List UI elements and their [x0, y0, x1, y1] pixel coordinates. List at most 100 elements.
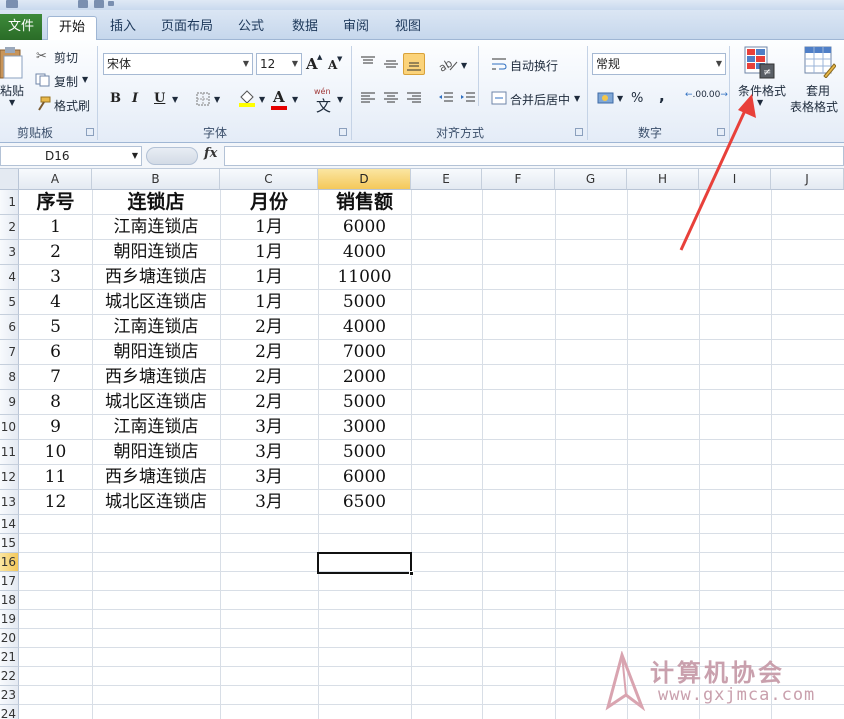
phonetic-guide-button[interactable]: 文	[316, 95, 331, 116]
table-cell[interactable]: 1月	[220, 215, 318, 240]
table-cell[interactable]: 2月	[220, 365, 318, 390]
name-box-dropdown-icon[interactable]: ▼	[132, 147, 138, 165]
row-header[interactable]: 10	[0, 415, 19, 440]
format-as-table-icon[interactable]	[804, 46, 836, 78]
table-cell[interactable]: 2月	[220, 390, 318, 415]
table-cell[interactable]: 11000	[318, 265, 411, 290]
merge-center-button[interactable]: 合并后居中	[510, 91, 570, 108]
orientation-dropdown-icon[interactable]: ▼	[461, 61, 467, 70]
table-cell[interactable]: 3月	[220, 465, 318, 490]
select-all-corner[interactable]	[0, 169, 19, 190]
redo-icon[interactable]	[94, 0, 104, 8]
row-header[interactable]: 22	[0, 667, 19, 686]
tab-home[interactable]: 开始	[47, 16, 97, 41]
decrease-decimal-button[interactable]: .00→	[706, 91, 728, 100]
align-top-icon[interactable]	[360, 56, 376, 68]
table-cell[interactable]: 3	[19, 265, 92, 290]
merge-center-icon[interactable]	[491, 91, 507, 105]
table-header-cell[interactable]: 月份	[220, 190, 318, 215]
table-cell[interactable]: 3月	[220, 440, 318, 465]
merge-dropdown-icon[interactable]: ▼	[574, 94, 580, 103]
row-header[interactable]: 15	[0, 534, 19, 553]
table-cell[interactable]: 9	[19, 415, 92, 440]
column-header-j[interactable]: J	[771, 169, 844, 190]
row-header[interactable]: 11	[0, 440, 19, 465]
borders-dropdown-icon[interactable]: ▼	[214, 95, 220, 104]
fill-color-icon[interactable]	[238, 89, 256, 107]
column-header-h[interactable]: H	[627, 169, 699, 190]
table-cell[interactable]: 4000	[318, 315, 411, 340]
table-cell[interactable]: 6000	[318, 215, 411, 240]
table-cell[interactable]: 2月	[220, 340, 318, 365]
format-as-table-line1[interactable]: 套用	[806, 82, 830, 99]
copy-dropdown-icon[interactable]: ▼	[82, 75, 88, 84]
insert-function-icon[interactable]: fx	[204, 146, 217, 161]
tab-view[interactable]: 视图	[386, 16, 430, 40]
row-header[interactable]: 3	[0, 240, 19, 265]
font-launcher-icon[interactable]	[339, 128, 347, 136]
copy-icon[interactable]	[35, 73, 51, 87]
format-painter-button[interactable]: 格式刷	[54, 97, 90, 114]
number-launcher-icon[interactable]	[717, 128, 725, 136]
font-color-dropdown-icon[interactable]: ▼	[292, 95, 298, 104]
conditional-formatting-button[interactable]: 条件格式	[738, 82, 786, 99]
column-header-d[interactable]: D	[318, 169, 411, 190]
table-cell[interactable]: 朝阳连锁店	[92, 340, 220, 365]
tab-file[interactable]: 文件	[0, 14, 42, 40]
row-header[interactable]: 13	[0, 490, 19, 515]
row-header[interactable]: 19	[0, 610, 19, 629]
table-cell[interactable]: 10	[19, 440, 92, 465]
table-cell[interactable]: 朝阳连锁店	[92, 440, 220, 465]
accounting-dropdown-icon[interactable]: ▼	[617, 94, 623, 103]
table-cell[interactable]: 1月	[220, 265, 318, 290]
column-header-f[interactable]: F	[482, 169, 555, 190]
table-cell[interactable]: 2000	[318, 365, 411, 390]
tab-data[interactable]: 数据	[282, 16, 328, 40]
formula-input[interactable]	[224, 146, 844, 166]
row-header[interactable]: 18	[0, 591, 19, 610]
align-center-icon[interactable]	[383, 92, 399, 104]
table-cell[interactable]: 6	[19, 340, 92, 365]
shrink-font-button[interactable]: A	[328, 58, 337, 72]
clipboard-launcher-icon[interactable]	[86, 128, 94, 136]
underline-button[interactable]: U	[154, 91, 165, 106]
table-cell[interactable]: 7000	[318, 340, 411, 365]
table-cell[interactable]: 5	[19, 315, 92, 340]
qat-dropdown-icon[interactable]	[108, 1, 114, 6]
table-cell[interactable]: 1月	[220, 290, 318, 315]
borders-icon[interactable]	[196, 92, 210, 106]
row-header[interactable]: 6	[0, 315, 19, 340]
table-cell[interactable]: 江南连锁店	[92, 315, 220, 340]
font-size-combo[interactable]: 12 ▼	[256, 53, 302, 75]
underline-dropdown-icon[interactable]: ▼	[172, 95, 178, 104]
table-header-cell[interactable]: 序号	[19, 190, 92, 215]
row-header[interactable]: 2	[0, 215, 19, 240]
worksheet-grid[interactable]: A B C D E F G H I J 1 2 3 4 5 6 7 8 9 10 11 12 13 14 1…	[0, 169, 844, 719]
table-cell[interactable]: 西乡塘连锁店	[92, 265, 220, 290]
font-name-combo[interactable]: 宋体 ▼	[103, 53, 253, 75]
font-name-dropdown-icon[interactable]: ▼	[243, 54, 249, 74]
table-cell[interactable]: 4	[19, 290, 92, 315]
table-cell[interactable]: 1月	[220, 240, 318, 265]
align-right-icon[interactable]	[406, 92, 422, 104]
row-header[interactable]: 16	[0, 553, 19, 572]
number-format-combo[interactable]: 常规 ▼	[592, 53, 726, 75]
conditional-formatting-dropdown-icon[interactable]: ▼	[757, 98, 763, 107]
row-header[interactable]: 4	[0, 265, 19, 290]
tab-page-layout[interactable]: 页面布局	[154, 16, 220, 40]
row-header[interactable]: 7	[0, 340, 19, 365]
fill-handle[interactable]	[409, 571, 414, 576]
font-size-dropdown-icon[interactable]: ▼	[292, 54, 298, 74]
column-header-c[interactable]: C	[220, 169, 318, 190]
fill-color-dropdown-icon[interactable]: ▼	[259, 95, 265, 104]
paste-button[interactable]: 粘贴	[0, 82, 24, 99]
table-cell[interactable]: 4000	[318, 240, 411, 265]
table-cell[interactable]: 朝阳连锁店	[92, 240, 220, 265]
bold-button[interactable]: B	[110, 91, 121, 106]
align-middle-icon[interactable]	[383, 58, 399, 70]
row-header[interactable]: 8	[0, 365, 19, 390]
table-cell[interactable]: 1	[19, 215, 92, 240]
table-cell[interactable]: 西乡塘连锁店	[92, 365, 220, 390]
column-header-e[interactable]: E	[411, 169, 482, 190]
table-cell[interactable]: 5000	[318, 390, 411, 415]
